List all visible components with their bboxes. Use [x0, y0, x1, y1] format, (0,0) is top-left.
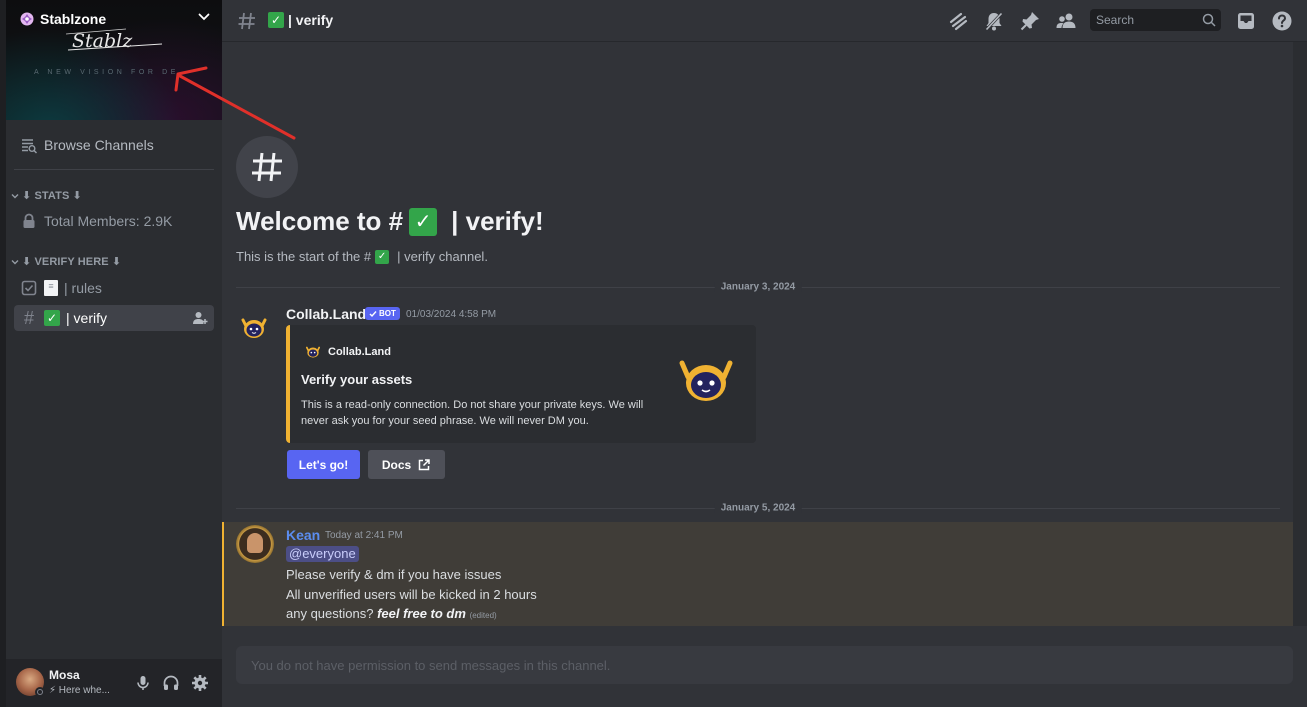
message-timestamp: Today at 2:41 PM — [325, 530, 403, 541]
channel-label: | rules — [64, 280, 102, 296]
docs-button[interactable]: Docs — [368, 450, 445, 479]
message-line: Please verify & dm if you have issues — [286, 567, 502, 582]
memo-emoji-icon: ≡ — [44, 280, 58, 296]
channel-rules[interactable]: ≡ | rules — [14, 275, 214, 301]
message-bold-text: feel free to dm — [377, 606, 466, 621]
edited-label: (edited) — [469, 611, 497, 620]
banner-tagline: A NEW VISION FOR DE — [34, 69, 180, 76]
channel-title: ✓ | verify — [268, 12, 333, 28]
user-settings-button[interactable] — [190, 673, 210, 693]
welcome-title-suffix: | verify! — [451, 206, 544, 236]
embed-author: Collab.Land — [304, 344, 391, 360]
status-offline-indicator — [35, 687, 45, 697]
user-custom-status: ⚡ Here whe... — [49, 685, 110, 696]
button-label: Let's go! — [298, 457, 349, 472]
pin-icon[interactable] — [1019, 10, 1041, 32]
sidebar-divider — [14, 169, 214, 170]
collab-land-avatar-icon[interactable] — [238, 312, 270, 344]
mute-button[interactable] — [133, 673, 153, 693]
date-divider: January 3, 2024 — [236, 281, 1280, 293]
threads-icon[interactable] — [947, 10, 969, 32]
search-icon — [1202, 13, 1216, 27]
deafen-button[interactable] — [161, 673, 181, 693]
channel-header: ✓ | verify Search — [222, 0, 1307, 42]
welcome-sub-suffix: | verify channel. — [397, 249, 488, 264]
chevron-down-icon — [11, 193, 19, 198]
collab-land-avatar-icon — [305, 346, 321, 358]
verified-check-icon — [369, 310, 377, 317]
verify-embed: Collab.Land Verify your assets This is a… — [286, 325, 756, 443]
user-name: Mosa — [49, 668, 80, 682]
browse-channels-icon — [22, 139, 38, 154]
avatar[interactable] — [236, 525, 274, 563]
embed-author-name: Collab.Land — [328, 346, 391, 358]
invite-member-icon[interactable] — [192, 310, 208, 326]
message-text: any questions? — [286, 606, 374, 621]
embed-title: Verify your assets — [301, 372, 413, 387]
channel-verify[interactable]: # ✓ | verify — [14, 305, 214, 331]
scrollbar-track[interactable] — [1293, 42, 1307, 626]
message-line: All unverified users will be kicked in 2… — [286, 587, 537, 602]
external-link-icon — [418, 458, 430, 470]
hash-icon — [252, 152, 282, 182]
welcome-sub-prefix: This is the start of the # — [236, 249, 372, 264]
bot-badge-label: BOT — [379, 309, 396, 318]
inbox-icon[interactable] — [1235, 10, 1257, 32]
channel-label: Total Members: 2.9K — [44, 213, 173, 229]
user-panel: Mosa ⚡ Here whe... — [6, 659, 222, 707]
server-name-button[interactable]: Stablzone — [20, 11, 106, 27]
welcome-subtitle: This is the start of the # ✓ | verify ch… — [236, 249, 488, 264]
search-placeholder: Search — [1096, 13, 1135, 27]
channel-hash-icon — [236, 136, 298, 198]
embed-description: This is a read-only connection. Do not s… — [301, 399, 644, 427]
message-author[interactable]: Collab.Land — [286, 306, 366, 322]
check-emoji-icon: ✓ — [44, 310, 60, 326]
channel-name: | verify — [288, 12, 334, 28]
everyone-mention[interactable]: @everyone — [286, 546, 359, 562]
composer-placeholder: You do not have permission to send messa… — [251, 657, 611, 673]
message-line: any questions? feel free to dm (edited) — [286, 606, 497, 621]
message-author[interactable]: Kean — [286, 527, 320, 543]
server-boost-icon — [20, 12, 34, 26]
message-timestamp: 01/03/2024 4:58 PM — [406, 309, 497, 320]
banner-logo: Stablz — [66, 28, 163, 52]
member-list-icon[interactable] — [1055, 10, 1077, 32]
welcome-title: Welcome to # ✓ | verify! — [236, 206, 544, 237]
check-emoji-icon: ✓ — [375, 249, 390, 264]
check-emoji-icon: ✓ — [409, 207, 438, 236]
banner-logo-text: Stablz — [72, 30, 133, 52]
date-label: January 3, 2024 — [714, 281, 802, 293]
help-icon[interactable] — [1271, 10, 1293, 32]
message-composer-disabled: You do not have permission to send messa… — [236, 646, 1293, 684]
button-label: Docs — [381, 457, 412, 472]
collab-land-mascot-icon — [679, 360, 733, 401]
microphone-icon — [137, 676, 149, 690]
category-stats[interactable]: ⬇ STATS ⬇ — [10, 189, 82, 202]
date-label: January 5, 2024 — [714, 502, 802, 514]
chevron-down-icon[interactable] — [196, 9, 212, 25]
search-input[interactable]: Search — [1090, 9, 1221, 31]
lets-go-button[interactable]: Let's go! — [287, 450, 360, 479]
hash-icon — [238, 12, 255, 30]
category-label: ⬇ STATS ⬇ — [22, 190, 82, 202]
channel-label: | verify — [66, 310, 107, 326]
hash-icon: # — [23, 307, 34, 328]
annotation-arrow — [174, 66, 296, 140]
chevron-down-icon — [11, 259, 19, 264]
notification-bell-muted-icon[interactable] — [983, 10, 1005, 32]
date-divider: January 5, 2024 — [236, 502, 1280, 514]
server-name: Stablzone — [40, 11, 107, 27]
check-emoji-icon: ✓ — [268, 12, 284, 28]
bot-badge: BOT — [365, 307, 400, 320]
rules-channel-icon — [21, 280, 37, 296]
category-verify-here[interactable]: ⬇ VERIFY HERE ⬇ — [10, 255, 121, 268]
gear-icon — [192, 675, 208, 691]
channel-total-members[interactable]: Total Members: 2.9K — [14, 208, 214, 234]
category-label: ⬇ VERIFY HERE ⬇ — [22, 256, 122, 268]
headphones-icon — [163, 675, 179, 690]
lock-icon — [23, 213, 35, 228]
welcome-title-prefix: Welcome to # — [236, 206, 404, 236]
browse-channels-label: Browse Channels — [44, 137, 154, 153]
